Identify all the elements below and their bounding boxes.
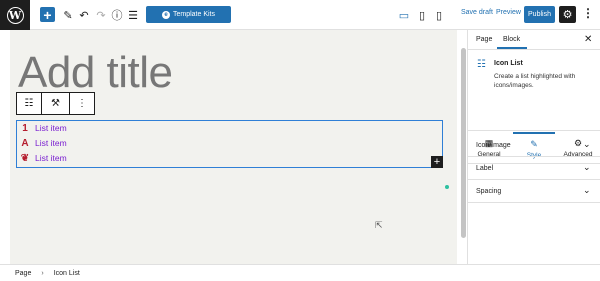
elementor-icon: e (161, 10, 170, 19)
mouse-cursor-icon: ⇱ (375, 220, 383, 230)
tablet-preview-icon[interactable]: ▯ (416, 7, 428, 23)
block-toolbar: ☷ ⚒ ⋮ (16, 92, 95, 115)
tab-block[interactable]: Block (496, 36, 528, 49)
section-spacing[interactable]: Spacing ⌄ (468, 180, 600, 203)
info-icon[interactable]: ⓘ (111, 7, 123, 23)
list-item-label: List item (35, 123, 67, 133)
chevron-right-icon: › (41, 269, 44, 277)
block-options-icon[interactable]: ⋮ (70, 93, 94, 114)
add-block-button[interactable]: + (40, 7, 55, 23)
gear-icon[interactable]: ⚙ (559, 6, 576, 23)
canvas-scrollbar[interactable] (460, 30, 467, 264)
block-card: ☷ Icon List Create a list highlighted wi… (468, 51, 600, 131)
template-kits-button[interactable]: e Template Kits (146, 6, 231, 23)
desktop-preview-icon[interactable]: ▭ (398, 7, 410, 23)
transform-icon[interactable]: ⚒ (42, 93, 70, 114)
redo-icon[interactable]: ↷ (95, 7, 107, 23)
breadcrumb-page[interactable]: Page (15, 270, 31, 277)
sidebar-tabs: Page Block ✕ (468, 30, 600, 50)
list-item-label: List item (35, 153, 67, 163)
tab-page[interactable]: Page (476, 36, 492, 43)
list-item[interactable]: A List item (19, 136, 67, 150)
chevron-down-icon: ⌄ (583, 162, 591, 172)
mobile-preview-icon[interactable]: ▯ (433, 7, 445, 23)
bird-icon: ❦ (20, 152, 30, 164)
list-view-icon[interactable]: ☰ (127, 7, 139, 23)
top-toolbar: W + ✎ ↶ ↷ ⓘ ☰ e Template Kits ▭ ▯ ▯ Save… (0, 0, 600, 30)
section-label-settings[interactable]: Label ⌄ (468, 157, 600, 180)
section-label: Label (476, 165, 494, 172)
block-type-icon[interactable]: ☷ (17, 93, 42, 114)
section-label: Icon/Image (476, 142, 511, 149)
breadcrumb-icon-list[interactable]: Icon List (54, 270, 80, 277)
letter-a-icon: A (21, 137, 29, 149)
icon-list-block[interactable]: 1 List item A List item ❦ List item (16, 120, 443, 168)
block-name: Icon List (494, 60, 523, 67)
icon-list-icon: ☷ (477, 59, 486, 70)
append-block-button[interactable]: + (431, 156, 443, 168)
publish-button[interactable]: Publish (524, 6, 555, 23)
section-icon-image[interactable]: Icon/Image ⌄ (468, 134, 600, 157)
preview-button[interactable]: Preview (496, 9, 521, 16)
close-icon[interactable]: ✕ (584, 34, 592, 45)
scrollbar-thumb[interactable] (461, 48, 466, 238)
block-description: Create a list highlighted with icons/ima… (494, 73, 576, 89)
save-draft-button[interactable]: Save draft (461, 9, 493, 16)
list-item-label: List item (35, 138, 67, 148)
template-kits-label: Template Kits (172, 11, 216, 18)
pencil-icon[interactable]: ✎ (62, 7, 74, 23)
list-item[interactable]: ❦ List item (19, 151, 67, 165)
settings-sidebar: Page Block ✕ ☷ Icon List Create a list h… (467, 30, 600, 264)
section-label: Spacing (476, 188, 502, 195)
chevron-down-icon: ⌄ (583, 139, 591, 149)
post-title-input[interactable]: Add title (18, 48, 173, 98)
list-item[interactable]: 1 List item (19, 121, 67, 135)
undo-icon[interactable]: ↶ (78, 7, 90, 23)
status-dot (445, 185, 449, 189)
wordpress-logo-icon[interactable]: W (0, 0, 30, 30)
breadcrumb: Page › Icon List (0, 264, 600, 281)
more-options-icon[interactable]: ⋮ (582, 6, 594, 20)
number-one-icon: 1 (22, 122, 28, 134)
chevron-down-icon: ⌄ (583, 185, 591, 195)
